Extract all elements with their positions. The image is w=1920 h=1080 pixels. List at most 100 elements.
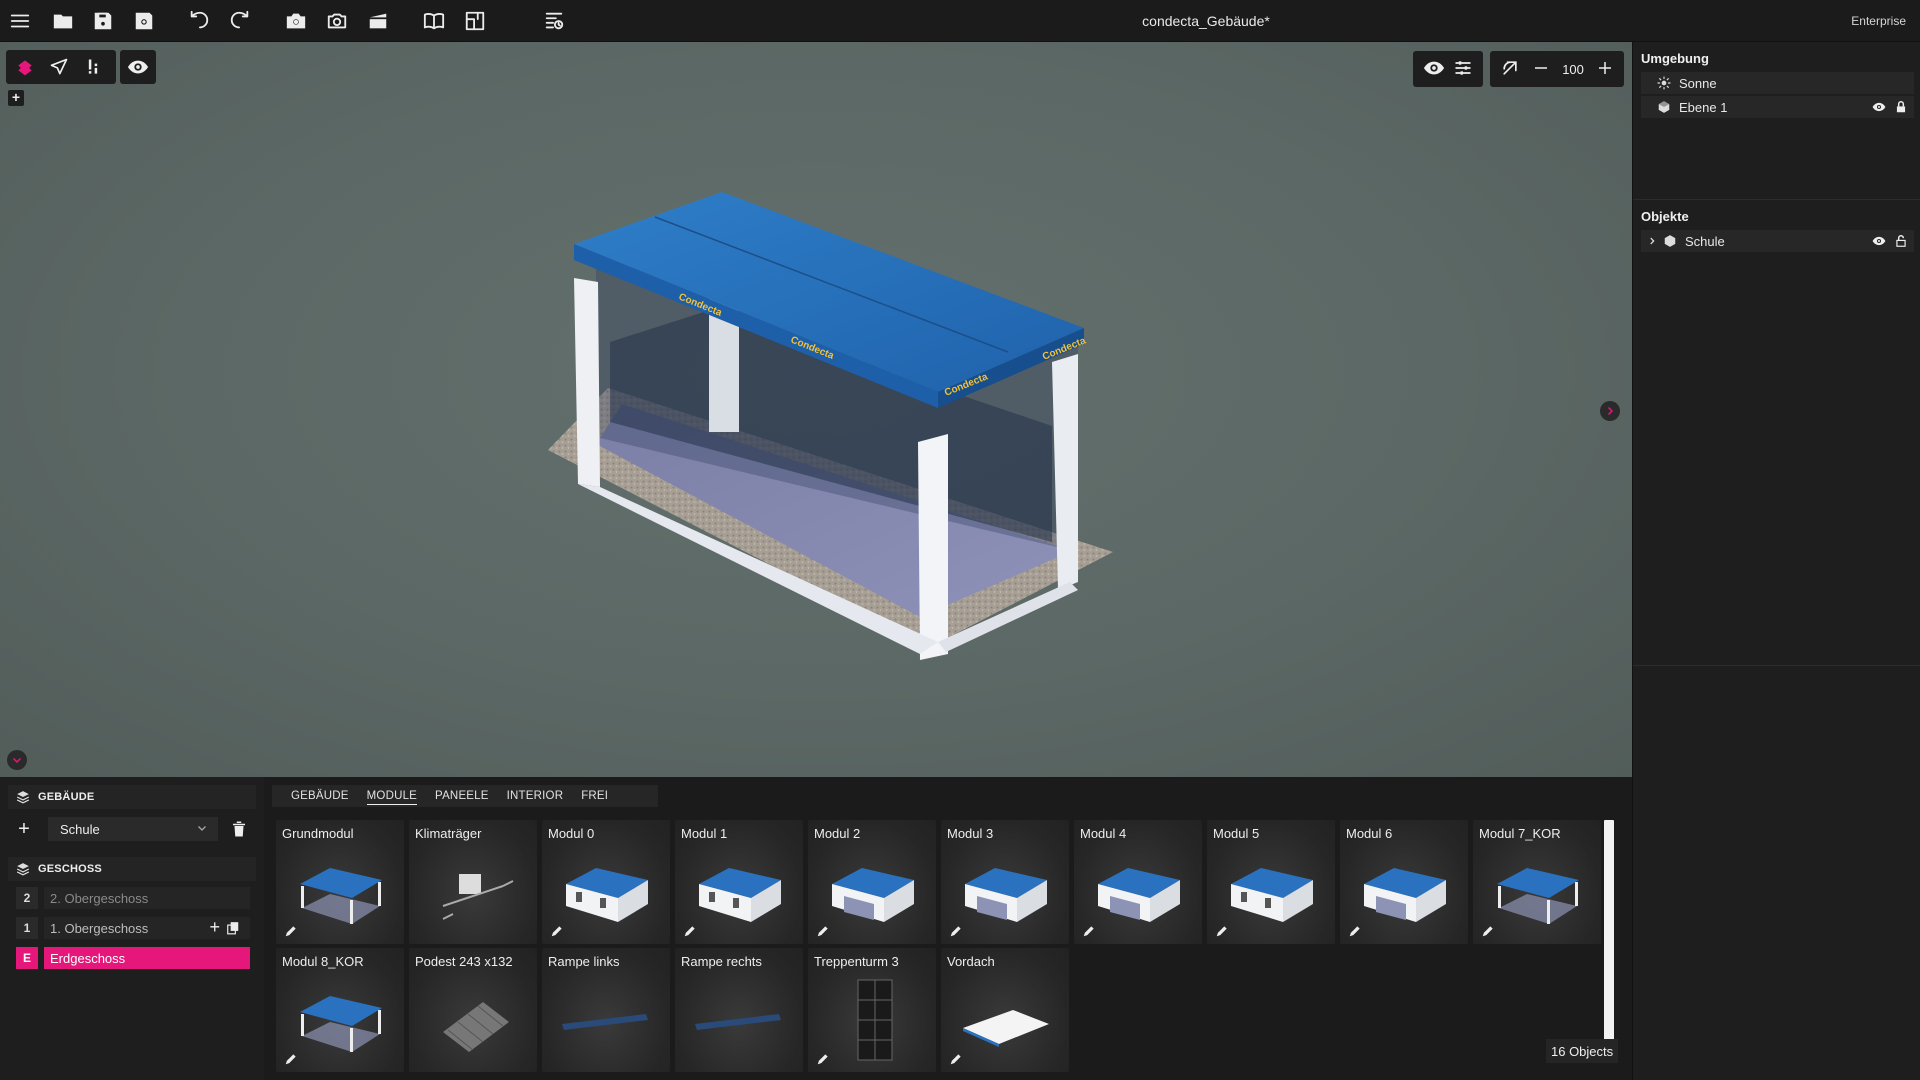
library-item[interactable]: Treppenturm 3 <box>808 948 936 1072</box>
tab-module[interactable]: MODULE <box>358 785 426 807</box>
edit-pencil-icon[interactable] <box>1215 924 1229 938</box>
library-item-label: Modul 7_KOR <box>1479 826 1561 841</box>
library-item[interactable]: Modul 3 <box>941 820 1069 944</box>
edit-pencil-icon[interactable] <box>1348 924 1362 938</box>
measure-tool-icon[interactable] <box>78 52 108 82</box>
floor-name-label: 1. Obergeschoss <box>50 920 149 936</box>
library-item[interactable]: Rampe rechts <box>675 948 803 1072</box>
left-post <box>574 278 600 487</box>
library-item[interactable]: Vordach <box>941 948 1069 1072</box>
edit-pencil-icon[interactable] <box>1082 924 1096 938</box>
catalog-book-icon[interactable] <box>420 7 448 35</box>
visibility-toggle-icon[interactable] <box>120 50 156 84</box>
copy-floor-icon[interactable] <box>226 921 240 935</box>
edit-pencil-icon[interactable] <box>284 1052 298 1066</box>
library-item[interactable]: Modul 0 <box>542 820 670 944</box>
delete-building-icon[interactable] <box>230 819 248 839</box>
eye-icon[interactable] <box>1872 234 1886 248</box>
sun-icon <box>1657 76 1671 90</box>
top-toolbar: condecta_Gebäude* Enterprise <box>0 0 1920 42</box>
task-list-icon[interactable] <box>540 7 568 35</box>
tab-frei[interactable]: FREI <box>572 785 617 807</box>
floor-item-2[interactable]: 2 2. Obergeschoss <box>16 887 250 909</box>
camera-icon[interactable] <box>282 7 310 35</box>
layer-settings-icon[interactable] <box>1453 58 1473 81</box>
save-icon[interactable] <box>89 7 117 35</box>
floor-header: GESCHOSS <box>8 857 256 881</box>
module-library: GEBÄUDE MODULE PANEELE INTERIOR FREI Gru… <box>264 777 1632 1080</box>
edit-pencil-icon[interactable] <box>816 1052 830 1066</box>
chevron-down-icon <box>198 826 206 831</box>
rotate-view-icon[interactable] <box>1500 58 1520 81</box>
building-panel: GEBÄUDE + Schule GESCHOSS 2 2. Obergesch… <box>0 777 264 1080</box>
edit-pencil-icon[interactable] <box>949 1052 963 1066</box>
open-folder-icon[interactable] <box>49 7 77 35</box>
add-view-button[interactable]: + <box>8 90 24 106</box>
zoom-value: 100 <box>1562 61 1584 77</box>
library-item[interactable]: Modul 4 <box>1074 820 1202 944</box>
tab-interior[interactable]: INTERIOR <box>498 785 573 807</box>
zoom-in-button[interactable] <box>1596 59 1614 80</box>
edit-pencil-icon[interactable] <box>550 924 564 938</box>
floor-name: Erdgeschoss <box>44 947 250 969</box>
building-header-label: GEBÄUDE <box>38 791 95 803</box>
unlock-icon[interactable] <box>1894 234 1908 248</box>
edit-pencil-icon[interactable] <box>1481 924 1495 938</box>
zoom-control-group: 100 <box>1490 51 1624 87</box>
3d-viewport[interactable]: Condecta Condecta Condecta Condecta + 10… <box>0 42 1632 777</box>
floor-item-e[interactable]: E Erdgeschoss <box>16 947 250 969</box>
object-item-schule[interactable]: Schule <box>1641 230 1914 252</box>
module-thumbnail <box>566 868 648 922</box>
module-thumbnail <box>699 868 781 922</box>
module-thumbnail <box>1098 868 1180 922</box>
redo-icon[interactable] <box>226 7 254 35</box>
building-select-value: Schule <box>60 821 100 837</box>
add-building-button[interactable]: + <box>14 819 34 839</box>
library-item[interactable]: Modul 5 <box>1207 820 1335 944</box>
module-thumbnail <box>562 1014 648 1030</box>
undo-icon[interactable] <box>185 7 213 35</box>
building-select[interactable]: Schule <box>48 817 218 841</box>
library-item[interactable]: Rampe links <box>542 948 670 1072</box>
camera-settings-icon[interactable] <box>323 7 351 35</box>
floor-item-1[interactable]: 1 1. Obergeschoss + <box>16 917 250 939</box>
module-thumbnail <box>695 1014 781 1030</box>
library-item[interactable]: Modul 7_KOR <box>1473 820 1601 944</box>
tab-gebaeude[interactable]: GEBÄUDE <box>282 785 358 807</box>
library-item[interactable]: Modul 6 <box>1340 820 1468 944</box>
library-item[interactable]: Klimaträger <box>409 820 537 944</box>
navigate-tool-icon[interactable] <box>44 52 74 82</box>
edit-pencil-icon[interactable] <box>284 924 298 938</box>
library-item-label: Modul 3 <box>947 826 994 841</box>
library-item[interactable]: Modul 2 <box>808 820 936 944</box>
expand-right-arrow-icon[interactable] <box>1600 401 1620 421</box>
environment-item-sun[interactable]: Sonne <box>1641 72 1914 94</box>
library-item[interactable]: Grundmodul <box>276 820 404 944</box>
select-tool-icon[interactable] <box>10 52 40 82</box>
cube-icon <box>1658 101 1670 113</box>
container-3d-model[interactable]: Condecta Condecta Condecta Condecta <box>0 42 1632 777</box>
save-settings-icon[interactable] <box>130 7 158 35</box>
menu-icon[interactable] <box>6 7 34 35</box>
library-item[interactable]: Modul 8_KOR <box>276 948 404 1072</box>
floorplan-icon[interactable] <box>461 7 489 35</box>
library-item[interactable]: Modul 1 <box>675 820 803 944</box>
edit-pencil-icon[interactable] <box>683 924 697 938</box>
render-scene-icon[interactable] <box>364 7 392 35</box>
module-thumbnail <box>1231 868 1313 922</box>
library-scrollbar[interactable] <box>1604 820 1614 1040</box>
tab-paneele[interactable]: PANEELE <box>426 785 498 807</box>
show-eye-icon[interactable] <box>1423 57 1445 82</box>
eye-icon[interactable] <box>1872 100 1886 114</box>
zoom-out-button[interactable] <box>1532 59 1550 80</box>
edit-pencil-icon[interactable] <box>816 924 830 938</box>
lock-icon[interactable] <box>1894 100 1908 114</box>
library-item[interactable]: Podest 243 x132 <box>409 948 537 1072</box>
edit-pencil-icon[interactable] <box>949 924 963 938</box>
chevron-right-icon[interactable] <box>1647 236 1657 246</box>
expand-down-arrow-icon[interactable] <box>7 750 27 770</box>
floor-number: 2 <box>16 887 38 909</box>
add-floor-button[interactable]: + <box>209 918 220 936</box>
floor-number: 1 <box>16 917 38 939</box>
environment-item-layer[interactable]: Ebene 1 <box>1641 96 1914 118</box>
